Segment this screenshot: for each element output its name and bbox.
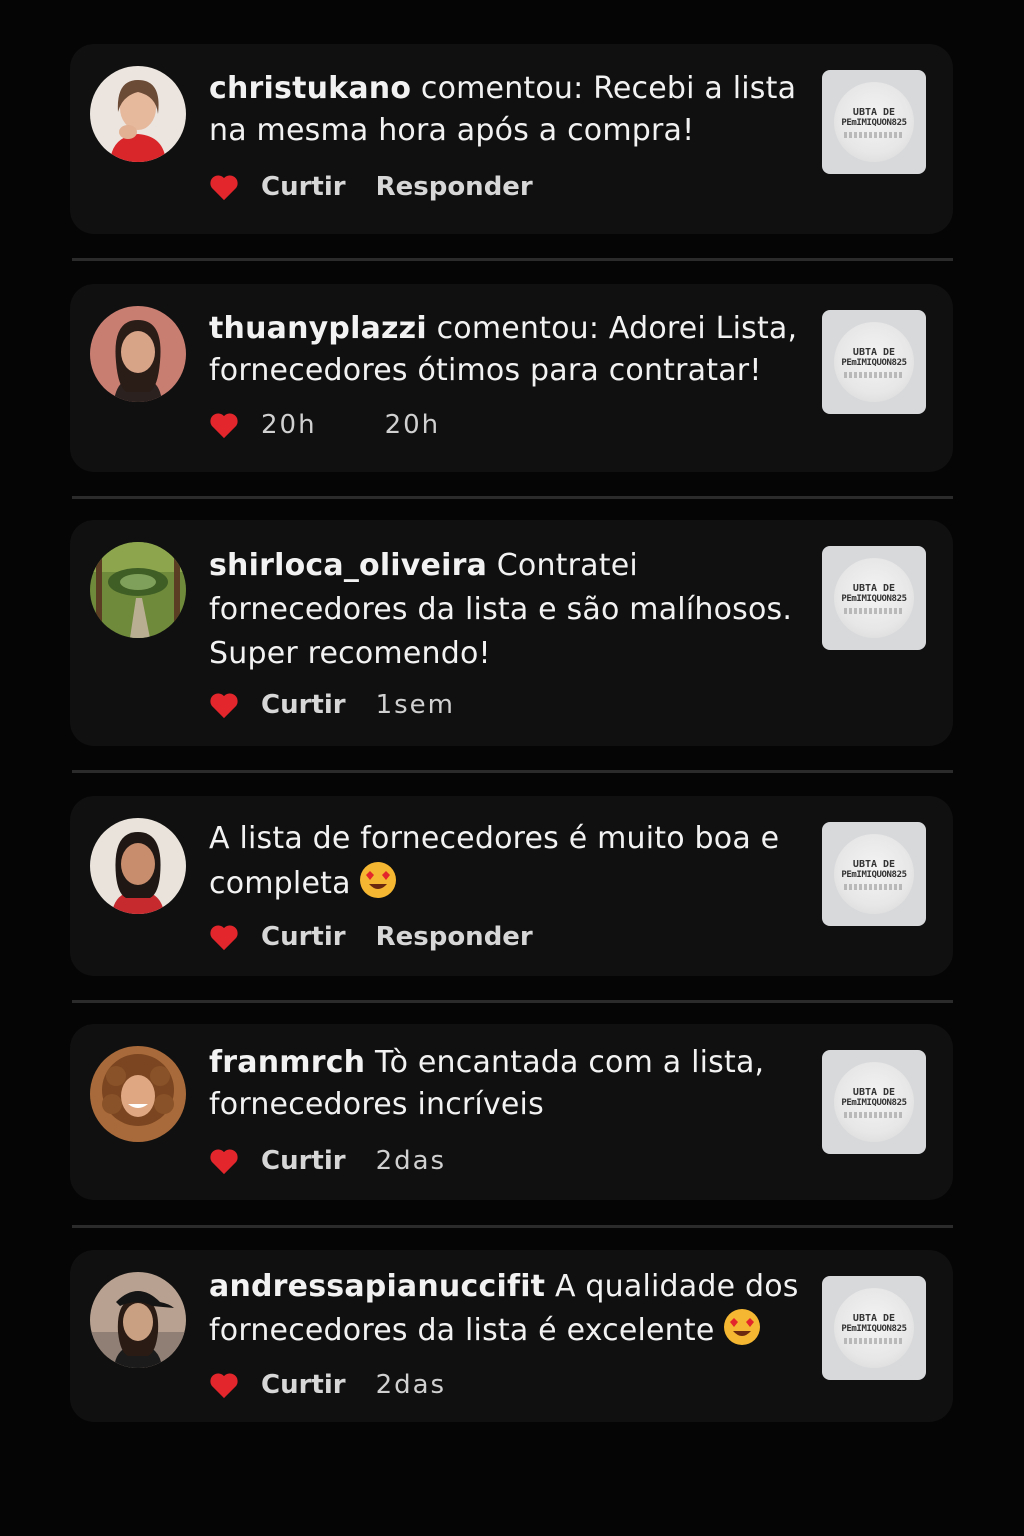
thumbnail-line2: PEmIMIQUON825 <box>841 869 907 880</box>
thumbnail-disc: UBTA DE PEmIMIQUON825 <box>834 558 914 638</box>
woman-avatar-icon <box>90 1046 186 1142</box>
avatar[interactable] <box>90 306 186 402</box>
post-thumbnail[interactable]: UBTA DE PEmIMIQUON825 <box>822 310 926 414</box>
comment-card: A lista de fornecedores é muito boa e co… <box>70 796 953 976</box>
heart-icon[interactable] <box>209 1371 239 1399</box>
thumbnail-line2: PEmIMIQUON825 <box>841 117 907 128</box>
reply-button[interactable]: Responder <box>376 172 533 202</box>
like-button[interactable]: Curtir <box>261 922 346 952</box>
thumbnail-line1: UBTA DE <box>852 106 896 118</box>
comment-time: 2das <box>375 1146 447 1176</box>
comment-username[interactable]: andressapianuccifit <box>209 1269 545 1304</box>
like-button[interactable]: Curtir <box>261 1146 346 1176</box>
post-thumbnail[interactable]: UBTA DE PEmIMIQUON825 <box>822 1276 926 1380</box>
thumbnail-barcode <box>844 131 904 138</box>
comment-time: 20h <box>384 410 441 440</box>
woman-avatar-icon <box>90 306 186 402</box>
heart-eyes-emoji-icon <box>723 1308 761 1358</box>
thumbnail-line2: PEmIMIQUON825 <box>841 1323 907 1334</box>
avatar[interactable] <box>90 542 186 638</box>
comments-feed: christukano comentou: Recebi a lista na … <box>0 0 1024 1536</box>
heart-icon[interactable] <box>209 923 239 951</box>
avatar[interactable] <box>90 1046 186 1142</box>
comment-actions: Curtir Responder <box>209 922 563 952</box>
garden-avatar-icon <box>90 542 186 638</box>
comment-body: A lista de fornecedores é muito boa e co… <box>209 821 780 901</box>
divider <box>72 496 953 499</box>
thumbnail-barcode <box>844 1337 904 1344</box>
comment-username[interactable]: christukano <box>209 71 411 106</box>
comment-actions: Curtir 2das <box>209 1146 476 1176</box>
thumbnail-disc: UBTA DE PEmIMIQUON825 <box>834 82 914 162</box>
thumbnail-disc: UBTA DE PEmIMIQUON825 <box>834 322 914 402</box>
avatar[interactable] <box>90 818 186 914</box>
comment-card: andressapianuccifit A qualidade dos forn… <box>70 1250 953 1422</box>
comment-username[interactable]: shirloca_oliveira <box>209 548 487 583</box>
comment-text: franmrch Tò encantada com a lista, forne… <box>209 1042 799 1126</box>
like-button[interactable]: Curtir <box>261 690 346 720</box>
comment-text: andressapianuccifit A qualidade dos forn… <box>209 1266 799 1358</box>
comment-text: christukano comentou: Recebi a lista na … <box>209 68 799 152</box>
thumbnail-line1: UBTA DE <box>852 858 896 870</box>
comment-actions: 20h 20h <box>209 410 470 440</box>
comment-time: 2das <box>375 1370 447 1400</box>
comment-actions: Curtir 1sem <box>209 690 485 720</box>
comment-card: thuanyplazzi comentou: Adorei Lista, for… <box>70 284 953 472</box>
divider <box>72 1000 953 1003</box>
thumbnail-line2: PEmIMIQUON825 <box>841 593 907 604</box>
comment-time: 1sem <box>375 690 455 720</box>
heart-icon[interactable] <box>209 173 239 201</box>
heart-icon[interactable] <box>209 1147 239 1175</box>
like-button[interactable]: Curtir <box>261 172 346 202</box>
avatar[interactable] <box>90 66 186 162</box>
heart-icon[interactable] <box>209 411 239 439</box>
heart-eyes-emoji-icon <box>359 861 397 912</box>
thumbnail-barcode <box>844 883 904 890</box>
comment-card: franmrch Tò encantada com a lista, forne… <box>70 1024 953 1200</box>
thumbnail-barcode <box>844 1111 904 1118</box>
comment-actions: Curtir Responder <box>209 172 563 202</box>
post-thumbnail[interactable]: UBTA DE PEmIMIQUON825 <box>822 1050 926 1154</box>
comment-card: shirloca_oliveira Contratei fornecedores… <box>70 520 953 746</box>
comment-text: A lista de fornecedores é muito boa e co… <box>209 816 799 912</box>
like-button[interactable]: Curtir <box>261 1370 346 1400</box>
avatar[interactable] <box>90 1272 186 1368</box>
comment-time: 20h <box>261 410 317 440</box>
heart-icon[interactable] <box>209 691 239 719</box>
thumbnail-line1: UBTA DE <box>852 1086 896 1098</box>
divider <box>72 1225 953 1228</box>
reply-button[interactable]: Responder <box>376 922 533 952</box>
thumbnail-line1: UBTA DE <box>852 582 896 594</box>
thumbnail-line1: UBTA DE <box>852 346 896 358</box>
thumbnail-line2: PEmIMIQUON825 <box>841 1097 907 1108</box>
thumbnail-barcode <box>844 607 904 614</box>
comment-actions: Curtir 2das <box>209 1370 476 1400</box>
divider <box>72 258 953 261</box>
post-thumbnail[interactable]: UBTA DE PEmIMIQUON825 <box>822 70 926 174</box>
comment-username[interactable]: franmrch <box>209 1045 365 1080</box>
thumbnail-disc: UBTA DE PEmIMIQUON825 <box>834 1288 914 1368</box>
thumbnail-barcode <box>844 371 904 378</box>
thumbnail-disc: UBTA DE PEmIMIQUON825 <box>834 1062 914 1142</box>
comment-text: shirloca_oliveira Contratei fornecedores… <box>209 544 799 676</box>
woman-avatar-icon <box>90 1272 186 1368</box>
thumbnail-line1: UBTA DE <box>852 1312 896 1324</box>
woman-avatar-icon <box>90 818 186 914</box>
thumbnail-disc: UBTA DE PEmIMIQUON825 <box>834 834 914 914</box>
comment-card: christukano comentou: Recebi a lista na … <box>70 44 953 234</box>
thumbnail-line2: PEmIMIQUON825 <box>841 357 907 368</box>
divider <box>72 770 953 773</box>
post-thumbnail[interactable]: UBTA DE PEmIMIQUON825 <box>822 822 926 926</box>
post-thumbnail[interactable]: UBTA DE PEmIMIQUON825 <box>822 546 926 650</box>
comment-username[interactable]: thuanyplazzi <box>209 311 427 346</box>
comment-text: thuanyplazzi comentou: Adorei Lista, for… <box>209 308 799 392</box>
woman-avatar-icon <box>90 66 186 162</box>
